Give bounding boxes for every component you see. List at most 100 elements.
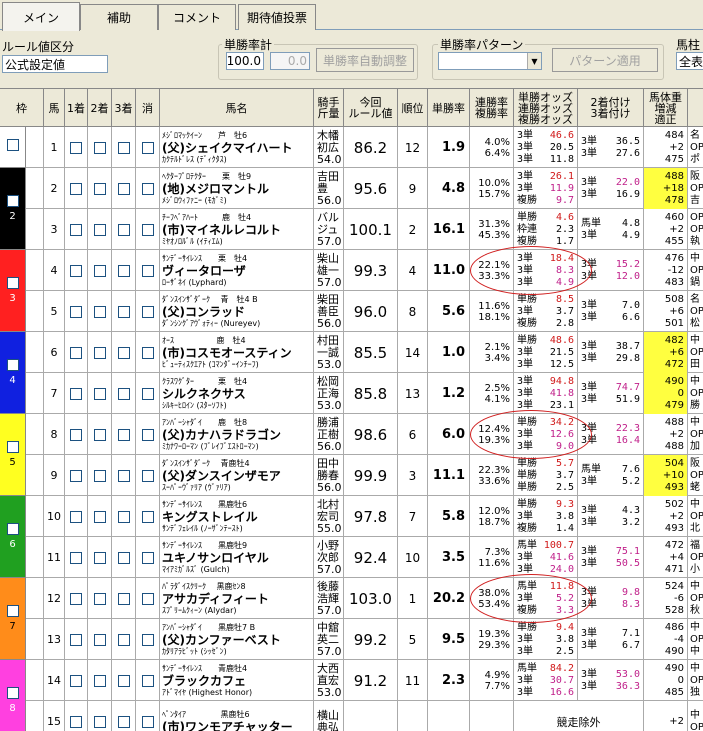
checkbox[interactable] bbox=[93, 264, 106, 277]
third-checkbox[interactable] bbox=[112, 660, 136, 701]
checkbox[interactable] bbox=[6, 139, 19, 151]
third-checkbox[interactable] bbox=[112, 619, 136, 660]
checkbox[interactable] bbox=[70, 223, 82, 236]
checkbox[interactable] bbox=[141, 551, 154, 564]
checkbox[interactable] bbox=[93, 305, 106, 318]
first-checkbox[interactable] bbox=[65, 455, 88, 496]
win-rate[interactable]: 20.2 bbox=[428, 578, 470, 619]
first-checkbox[interactable] bbox=[65, 332, 88, 373]
checkbox[interactable] bbox=[141, 592, 154, 605]
third-checkbox[interactable] bbox=[112, 168, 136, 209]
bachu-select[interactable]: 全表 bbox=[676, 52, 703, 70]
first-checkbox[interactable] bbox=[65, 619, 88, 660]
row-select-cell[interactable] bbox=[26, 250, 44, 291]
checkbox[interactable] bbox=[93, 715, 106, 728]
checkbox[interactable] bbox=[141, 428, 154, 441]
checkbox[interactable] bbox=[70, 305, 82, 318]
row-select-cell[interactable] bbox=[26, 455, 44, 496]
row-select-cell[interactable] bbox=[26, 578, 44, 619]
checkbox[interactable] bbox=[93, 223, 106, 236]
checkbox[interactable] bbox=[6, 277, 19, 289]
row-select-cell[interactable] bbox=[26, 332, 44, 373]
checkbox[interactable] bbox=[117, 264, 130, 277]
win-rate[interactable]: 4.8 bbox=[428, 168, 470, 209]
row-select-cell[interactable] bbox=[26, 660, 44, 701]
checkbox[interactable] bbox=[141, 264, 154, 277]
checkbox[interactable] bbox=[117, 551, 130, 564]
second-checkbox[interactable] bbox=[88, 291, 112, 332]
second-checkbox[interactable] bbox=[88, 332, 112, 373]
checkbox[interactable] bbox=[117, 141, 130, 154]
row-select-cell[interactable] bbox=[26, 209, 44, 250]
first-checkbox[interactable] bbox=[65, 496, 88, 537]
waku-3[interactable]: 3 bbox=[0, 250, 26, 332]
checkbox[interactable] bbox=[93, 510, 106, 523]
row-select-cell[interactable] bbox=[26, 127, 44, 168]
checkbox[interactable] bbox=[117, 469, 130, 482]
pattern-select[interactable]: ▼ bbox=[438, 52, 542, 70]
erase-checkbox[interactable] bbox=[136, 496, 160, 537]
erase-checkbox[interactable] bbox=[136, 127, 160, 168]
win-rate[interactable]: 3.5 bbox=[428, 537, 470, 578]
checkbox[interactable] bbox=[93, 469, 106, 482]
first-checkbox[interactable] bbox=[65, 127, 88, 168]
third-checkbox[interactable] bbox=[112, 578, 136, 619]
win-rate[interactable]: 5.6 bbox=[428, 291, 470, 332]
win-rate[interactable]: 11.0 bbox=[428, 250, 470, 291]
erase-checkbox[interactable] bbox=[136, 373, 160, 414]
checkbox[interactable] bbox=[70, 715, 82, 728]
erase-checkbox[interactable] bbox=[136, 578, 160, 619]
checkbox[interactable] bbox=[93, 182, 106, 195]
checkbox[interactable] bbox=[117, 428, 130, 441]
first-checkbox[interactable] bbox=[65, 414, 88, 455]
erase-checkbox[interactable] bbox=[136, 332, 160, 373]
checkbox[interactable] bbox=[93, 551, 106, 564]
second-checkbox[interactable] bbox=[88, 250, 112, 291]
third-checkbox[interactable] bbox=[112, 701, 136, 731]
third-checkbox[interactable] bbox=[112, 332, 136, 373]
row-select-cell[interactable] bbox=[26, 373, 44, 414]
erase-checkbox[interactable] bbox=[136, 250, 160, 291]
waku-4[interactable]: 4 bbox=[0, 332, 26, 414]
checkbox[interactable] bbox=[117, 715, 130, 728]
second-checkbox[interactable] bbox=[88, 619, 112, 660]
win-rate[interactable]: 1.2 bbox=[428, 373, 470, 414]
second-checkbox[interactable] bbox=[88, 537, 112, 578]
first-checkbox[interactable] bbox=[65, 373, 88, 414]
checkbox[interactable] bbox=[141, 182, 154, 195]
row-select-cell[interactable] bbox=[26, 168, 44, 209]
third-checkbox[interactable] bbox=[112, 414, 136, 455]
win-rate[interactable]: 11.1 bbox=[428, 455, 470, 496]
second-checkbox[interactable] bbox=[88, 701, 112, 731]
second-checkbox[interactable] bbox=[88, 209, 112, 250]
checkbox[interactable] bbox=[141, 346, 154, 359]
checkbox[interactable] bbox=[93, 428, 106, 441]
row-select-cell[interactable] bbox=[26, 496, 44, 537]
erase-checkbox[interactable] bbox=[136, 455, 160, 496]
row-select-cell[interactable] bbox=[26, 537, 44, 578]
checkbox[interactable] bbox=[93, 674, 106, 687]
erase-checkbox[interactable] bbox=[136, 537, 160, 578]
third-checkbox[interactable] bbox=[112, 209, 136, 250]
win-rate[interactable]: 2.3 bbox=[428, 660, 470, 701]
win-rate[interactable]: 1.9 bbox=[428, 127, 470, 168]
win-rate[interactable]: 1.0 bbox=[428, 332, 470, 373]
erase-checkbox[interactable] bbox=[136, 619, 160, 660]
checkbox[interactable] bbox=[117, 223, 130, 236]
checkbox[interactable] bbox=[93, 592, 106, 605]
third-checkbox[interactable] bbox=[112, 127, 136, 168]
waku-7[interactable]: 7 bbox=[0, 578, 26, 660]
tab-aux[interactable]: 補助 bbox=[80, 4, 158, 30]
checkbox[interactable] bbox=[93, 633, 106, 646]
checkbox[interactable] bbox=[70, 387, 82, 400]
second-checkbox[interactable] bbox=[88, 414, 112, 455]
waku-2[interactable]: 2 bbox=[0, 168, 26, 250]
checkbox[interactable] bbox=[117, 592, 130, 605]
checkbox[interactable] bbox=[117, 346, 130, 359]
row-select-cell[interactable] bbox=[26, 414, 44, 455]
erase-checkbox[interactable] bbox=[136, 168, 160, 209]
win-rate[interactable] bbox=[428, 701, 470, 731]
checkbox[interactable] bbox=[141, 674, 154, 687]
waku-1[interactable] bbox=[0, 127, 26, 168]
checkbox[interactable] bbox=[6, 687, 19, 699]
